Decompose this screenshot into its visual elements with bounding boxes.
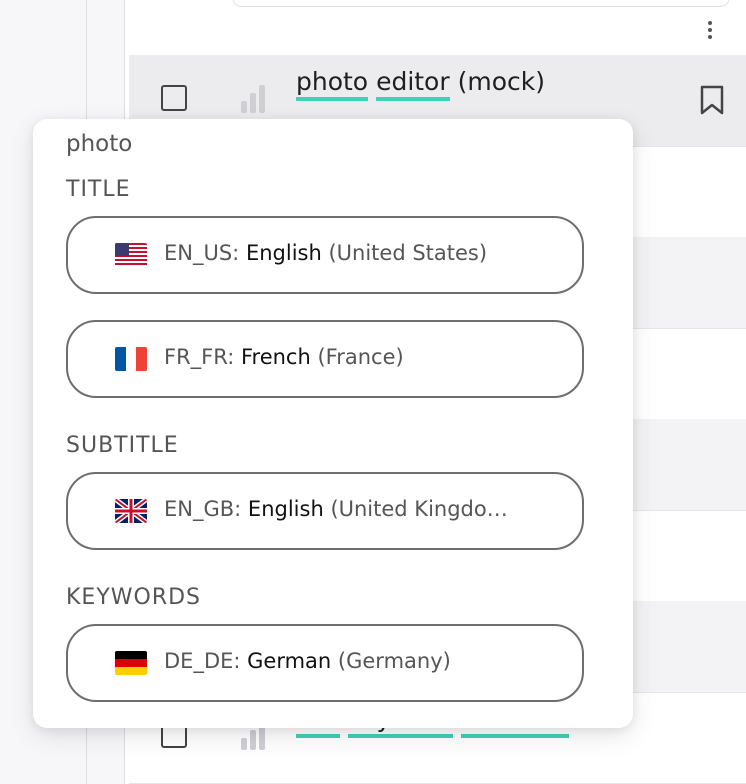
fr-flag-icon xyxy=(115,347,147,371)
locale-option-fr-fr[interactable]: FR_FR: French (France) xyxy=(66,320,584,398)
locale-option-en-gb[interactable]: EN_GB: English (United Kingdo… xyxy=(66,472,584,550)
us-flag-icon xyxy=(115,243,147,267)
locale-label: EN_GB: English (United Kingdo… xyxy=(164,497,508,521)
locale-label: FR_FR: French (France) xyxy=(164,345,404,369)
locale-option-en-us[interactable]: EN_US: English (United States) xyxy=(66,216,584,294)
more-options-icon[interactable] xyxy=(696,16,724,44)
locale-label: DE_DE: German (Germany) xyxy=(164,649,451,673)
gb-flag-icon xyxy=(115,499,147,523)
section-keywords-heading: KEYWORDS xyxy=(66,585,202,610)
popup-query: photo xyxy=(66,131,133,157)
signal-bars-icon xyxy=(241,83,269,113)
bookmark-icon[interactable] xyxy=(699,85,725,115)
list-item-name: photo editor (mock) xyxy=(296,67,545,102)
row-checkbox[interactable] xyxy=(161,85,187,111)
de-flag-icon xyxy=(115,651,147,675)
keyword-locale-popup: photo TITLE EN_US: English (United State… xyxy=(33,119,633,728)
search-field-edge[interactable] xyxy=(232,0,730,7)
locale-label: EN_US: English (United States) xyxy=(164,241,488,265)
section-subtitle-heading: SUBTITLE xyxy=(66,433,179,458)
locale-option-de-de[interactable]: DE_DE: German (Germany) xyxy=(66,624,584,702)
section-title-heading: TITLE xyxy=(66,177,131,202)
